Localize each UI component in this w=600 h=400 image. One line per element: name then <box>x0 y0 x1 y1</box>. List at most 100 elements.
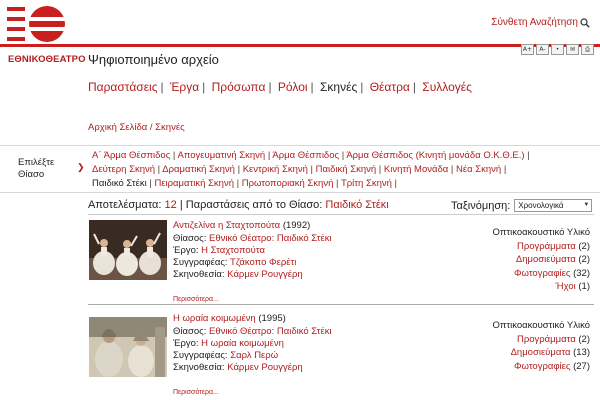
result-item: Η ωραία κοιμωμένη (1995) Θίασος: Εθνικό … <box>88 313 594 400</box>
sort-control: Ταξινόμηση: Χρονολογικά <box>451 199 593 212</box>
nav-collections[interactable]: Συλλογές <box>422 80 472 94</box>
item-title[interactable]: Η ωραία κοιμωμένη <box>173 313 256 324</box>
av-row: Προγράμματα (2) <box>470 333 590 347</box>
row-value-link[interactable]: Κάρμεν Ρουγγέρη <box>227 269 302 280</box>
troupe-links: Α΄ Άρμα Θέσπιδος | Απογευματινή Σκηνή | … <box>92 150 530 189</box>
advanced-search-label: Σύνθετη Αναζήτηση <box>491 17 578 28</box>
email-icon[interactable]: ✉ <box>566 44 579 55</box>
nav-performances[interactable]: Παραστάσεις <box>88 80 158 94</box>
troupe-link[interactable]: Παιδική Σκηνή <box>316 164 376 175</box>
troupe-link[interactable]: Δραματική Σκηνή <box>162 164 235 175</box>
row-key: Θίασος: <box>173 326 207 337</box>
font-decrease-button[interactable]: A- <box>536 44 549 55</box>
item-row: Θίασος: Εθνικό Θέατρο: Παιδικό Στέκι <box>173 326 332 337</box>
troupe-link[interactable]: Α΄ Άρμα Θέσπιδος <box>92 150 170 161</box>
troupe-link[interactable]: Νέα Σκηνή <box>456 164 501 175</box>
nav-persons[interactable]: Πρόσωπα <box>212 80 266 94</box>
troupe-link[interactable]: Απογευματινή Σκηνή <box>178 150 266 161</box>
troupe-link[interactable]: Τρίτη Σκηνή <box>341 178 392 189</box>
item-title-line: Αντιζελίνα η Σταχτοπούτα (1992) <box>173 220 310 231</box>
av-title: Οπτικοακουστικό Υλικό <box>492 227 590 238</box>
troupe-link[interactable]: Κεντρική Σκηνή <box>243 164 308 175</box>
item-divider <box>88 304 594 305</box>
filter-label-line2: Θίασο <box>18 169 45 180</box>
av-title: Οπτικοακουστικό Υλικό <box>492 320 590 331</box>
row-key: Σκηνοθεσία: <box>173 362 225 373</box>
item-row: Έργο: Η Σταχτοπούτα <box>173 245 265 256</box>
row-key: Σκηνοθεσία: <box>173 269 225 280</box>
av-count: (1) <box>578 281 590 292</box>
row-value-link[interactable]: Κάρμεν Ρουγγέρη <box>227 362 302 373</box>
av-row: Φωτογραφίες (27) <box>470 360 590 374</box>
row-value-link[interactable]: Σαρλ Περώ <box>230 350 278 361</box>
logo-mark <box>7 6 65 42</box>
troupe-link[interactable]: Άρμα Θέσπιδος <box>272 150 339 161</box>
results-mid: | Παραστάσεις από το Θίασο: <box>179 199 323 211</box>
nav-separator: | <box>268 80 272 94</box>
nav-theatres[interactable]: Θέατρα <box>370 80 410 94</box>
troupe-filter: Επιλέξτε Θίασο ❯ Α΄ Άρμα Θέσπιδος | Απογ… <box>0 145 600 193</box>
font-reset-button[interactable]: • <box>551 44 564 55</box>
av-panel: Οπτικοακουστικό Υλικό Προγράμματα (2) Δη… <box>470 226 590 294</box>
nav-stages[interactable]: Σκηνές <box>320 80 357 94</box>
av-link[interactable]: Φωτογραφίες <box>514 268 571 279</box>
row-value-link[interactable]: Η Σταχτοπούτα <box>201 245 265 256</box>
results-label: Αποτελέσματα: <box>88 199 162 211</box>
item-row: Συγγραφέας: Σαρλ Περώ <box>173 350 278 361</box>
nav-works[interactable]: Έργα <box>170 80 199 94</box>
sort-select[interactable]: Χρονολογικά <box>514 199 593 212</box>
av-link[interactable]: Προγράμματα <box>517 241 576 252</box>
nav-separator: | <box>310 80 314 94</box>
row-value-link[interactable]: Εθνικό Θέατρο: Παιδικό Στέκι <box>209 233 332 244</box>
troupe-link[interactable]: Δεύτερη Σκηνή <box>92 164 155 175</box>
item-year: (1992) <box>282 220 311 231</box>
av-count: (32) <box>573 267 590 279</box>
row-value-link[interactable]: Εθνικό Θέατρο: Παιδικό Στέκι <box>209 326 332 337</box>
av-link[interactable]: Δημοσιεύματα <box>511 347 571 358</box>
row-key: Συγγραφέας: <box>173 257 228 268</box>
troupe-link[interactable]: Πειραματική Σκηνή <box>154 178 234 189</box>
av-link[interactable]: Φωτογραφίες <box>514 361 571 372</box>
results-divider <box>88 214 594 215</box>
results-troupe: Παιδικό Στέκι <box>325 199 389 211</box>
item-row: Σκηνοθεσία: Κάρμεν Ρουγγέρη <box>173 362 303 373</box>
row-key: Έργο: <box>173 245 199 256</box>
item-title[interactable]: Αντιζελίνα η Σταχτοπούτα <box>173 220 280 231</box>
performance-photo[interactable] <box>89 220 167 280</box>
results-summary: Αποτελέσματα: 12 | Παραστάσεις από το Θί… <box>88 199 389 211</box>
item-row: Σκηνοθεσία: Κάρμεν Ρουγγέρη <box>173 269 303 280</box>
breadcrumb[interactable]: Αρχική Σελίδα / Σκηνές <box>88 122 185 133</box>
more-link[interactable]: Περισσότερα... <box>173 296 219 303</box>
row-key: Θίασος: <box>173 233 207 244</box>
site-logo[interactable]: ΕΘΝΙΚΟΘΕΑΤΡΟ <box>5 2 85 66</box>
item-row: Συγγραφέας: Τζάκοπο Φερέτι <box>173 257 296 268</box>
main-nav: Παραστάσεις | Έργα | Πρόσωπα | Ρόλοι | Σκηνέ… <box>88 80 472 94</box>
av-row: Φωτογραφίες (32) <box>470 267 590 281</box>
av-link[interactable]: Προγράμματα <box>517 334 576 345</box>
troupe-link[interactable]: Άρμα Θέσπιδος (Κινητή μονάδα Ο.Κ.Θ.Ε.) <box>346 150 524 161</box>
row-value-link[interactable]: Τζάκοπο Φερέτι <box>230 257 296 268</box>
font-increase-button[interactable]: A+ <box>521 44 534 55</box>
av-row: Δημοσιεύματα (13) <box>470 346 590 360</box>
troupe-link[interactable]: Κινητή Μονάδα <box>384 164 448 175</box>
av-row: Δημοσιεύματα (2) <box>470 253 590 267</box>
row-value-link[interactable]: Η ωραία κοιμωμένη <box>201 338 284 349</box>
item-title-line: Η ωραία κοιμωμένη (1995) <box>173 313 286 324</box>
av-link[interactable]: Δημοσιεύματα <box>516 254 576 265</box>
more-link[interactable]: Περισσότερα... <box>173 389 219 396</box>
av-panel: Οπτικοακουστικό Υλικό Προγράμματα (2) Δη… <box>470 319 590 373</box>
filter-label-line1: Επιλέξτε <box>18 157 55 168</box>
av-count: (2) <box>578 240 590 252</box>
item-row: Θίασος: Εθνικό Θέατρο: Παιδικό Στέκι <box>173 233 332 244</box>
performance-photo[interactable] <box>89 317 167 377</box>
av-link[interactable]: Ήχοι <box>556 281 576 292</box>
print-icon[interactable]: ⎙ <box>581 44 594 55</box>
av-count: (2) <box>578 333 590 345</box>
header-rule <box>0 44 600 47</box>
nav-roles[interactable]: Ρόλοι <box>278 80 308 94</box>
sort-label: Ταξινόμηση: <box>451 199 511 212</box>
advanced-search-link[interactable]: Σύνθετη Αναζήτηση <box>491 17 590 28</box>
troupe-link[interactable]: Πρωτοποριακή Σκηνή <box>242 178 334 189</box>
row-key: Έργο: <box>173 338 199 349</box>
chevron-right-icon: ❯ <box>77 162 85 172</box>
